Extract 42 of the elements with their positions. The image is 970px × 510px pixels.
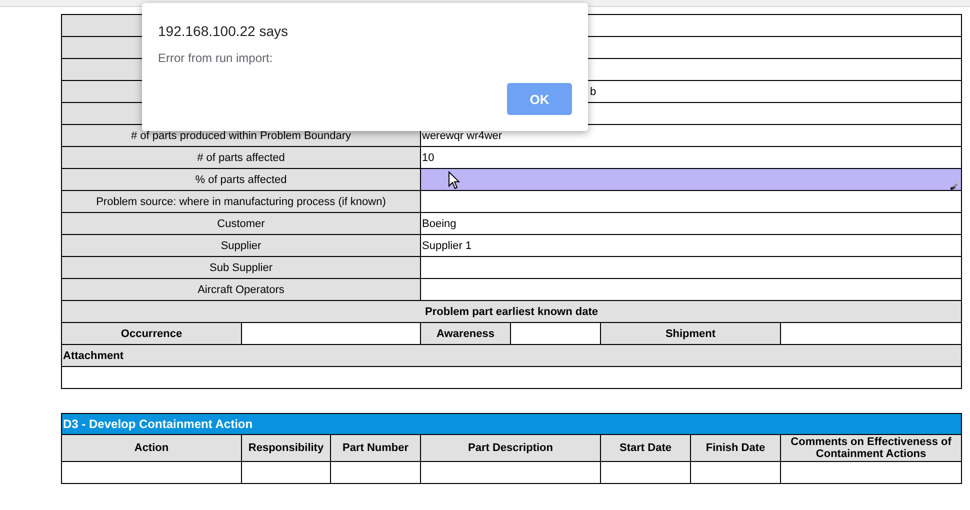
table-cell[interactable] — [330, 462, 420, 484]
field-value[interactable]: 10 — [420, 146, 962, 168]
date-field[interactable] — [510, 322, 600, 344]
column-header: Part Description — [420, 434, 600, 462]
table-cell[interactable] — [62, 462, 242, 484]
dialog-title: 192.168.100.22 says — [158, 23, 289, 39]
field-label: Supplier — [62, 234, 420, 256]
column-header: Start Date — [600, 434, 690, 462]
column-header: Comments on Effectiveness of Containment Actions — [780, 434, 962, 462]
column-header: Action — [62, 434, 242, 462]
attachment-field[interactable] — [62, 366, 962, 388]
field-value[interactable] — [420, 256, 962, 278]
attachment-label: Attachment — [62, 344, 962, 366]
column-header: Responsibility — [242, 434, 330, 462]
table-cell[interactable] — [780, 462, 962, 484]
column-header: Part Number — [330, 434, 420, 462]
date-field[interactable] — [780, 322, 962, 344]
table-cell[interactable] — [600, 462, 690, 484]
field-label: Customer — [62, 212, 420, 234]
field-label: % of parts affected — [62, 168, 420, 190]
resize-grip-icon — [950, 180, 960, 190]
date-label: Shipment — [600, 322, 780, 344]
field-label: Problem source: where in manufacturing process (if known) — [62, 190, 420, 212]
table-cell[interactable] — [690, 462, 780, 484]
date-field[interactable] — [242, 322, 420, 344]
dialog-message: Error from run import: — [158, 51, 274, 65]
section-header: Problem part earliest known date — [62, 300, 962, 322]
field-value[interactable] — [420, 278, 962, 300]
field-label: Sub Supplier — [62, 256, 420, 278]
date-label: Occurrence — [62, 322, 242, 344]
table-cell[interactable] — [420, 462, 600, 484]
field-label: # of parts affected — [62, 146, 420, 168]
date-label: Awareness — [420, 322, 510, 344]
field-value[interactable] — [420, 168, 962, 190]
field-value[interactable]: Supplier 1 — [420, 234, 962, 256]
table-cell[interactable] — [242, 462, 330, 484]
column-header: Finish Date — [690, 434, 780, 462]
cursor-icon — [448, 171, 460, 190]
field-value[interactable] — [420, 190, 962, 212]
section-title: D3 - Develop Containment Action — [62, 414, 962, 434]
field-label: Aircraft Operators — [62, 278, 420, 300]
field-value[interactable]: Boeing — [420, 212, 962, 234]
